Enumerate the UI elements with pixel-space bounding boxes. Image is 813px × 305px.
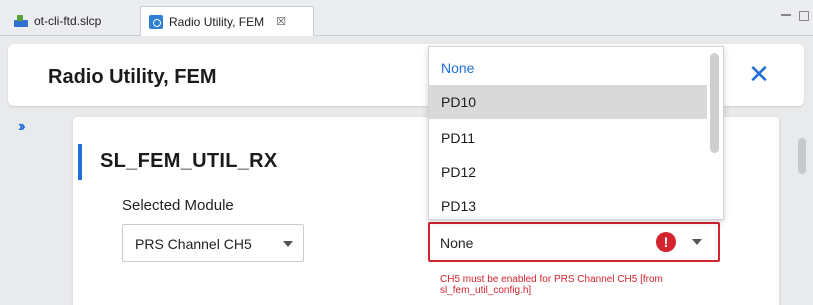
dropdown-scrollbar-thumb[interactable] <box>710 53 719 153</box>
pin-select[interactable]: None ! <box>428 222 720 262</box>
dropdown-option-pd10[interactable]: PD10 <box>429 85 707 119</box>
module-select[interactable]: PRS Channel CH5 <box>122 224 304 262</box>
close-icon[interactable]: ✕ <box>741 56 777 92</box>
dropdown-option-pd12[interactable]: PD12 <box>429 155 707 189</box>
error-icon: ! <box>656 232 676 252</box>
page-scrollbar-thumb[interactable] <box>798 138 806 174</box>
page-title: Radio Utility, FEM <box>48 66 217 88</box>
window-controls <box>781 8 809 24</box>
minimize-icon[interactable] <box>781 14 791 24</box>
section-accent-bar <box>78 144 82 180</box>
module-select-value: PRS Channel CH5 <box>135 236 252 252</box>
selected-module-label: Selected Module <box>122 197 234 214</box>
dropdown-option-none[interactable]: None <box>429 51 707 85</box>
dropdown-option-pd13[interactable]: PD13 <box>429 189 707 219</box>
expand-panel-icon[interactable]: ›› <box>18 118 25 136</box>
section-title: SL_FEM_UTIL_RX <box>100 150 278 172</box>
slcp-project-icon <box>14 14 28 28</box>
editor-tab-bar: ot-cli-ftd.slcp Radio Utility, FEM ☒ <box>0 0 813 36</box>
tab-radio-utility-fem[interactable]: Radio Utility, FEM ☒ <box>140 6 314 36</box>
maximize-icon[interactable] <box>799 11 809 21</box>
tab-ot-cli-ftd-slcp[interactable]: ot-cli-ftd.slcp <box>6 6 109 36</box>
dropdown-option-pd11[interactable]: PD11 <box>429 121 707 155</box>
radio-utility-icon <box>149 14 163 29</box>
validation-error-message: CH5 must be enabled for PRS Channel CH5 … <box>440 274 663 296</box>
pin-select-value: None <box>440 235 474 251</box>
tab-label: ot-cli-ftd.slcp <box>34 14 102 28</box>
chevron-down-icon <box>283 241 293 247</box>
tab-label: Radio Utility, FEM <box>169 14 265 29</box>
chevron-down-icon <box>692 239 702 245</box>
close-tab-icon[interactable]: ☒ <box>276 15 286 28</box>
pin-dropdown-list[interactable]: None PD10 PD11 PD12 PD13 <box>428 46 724 220</box>
